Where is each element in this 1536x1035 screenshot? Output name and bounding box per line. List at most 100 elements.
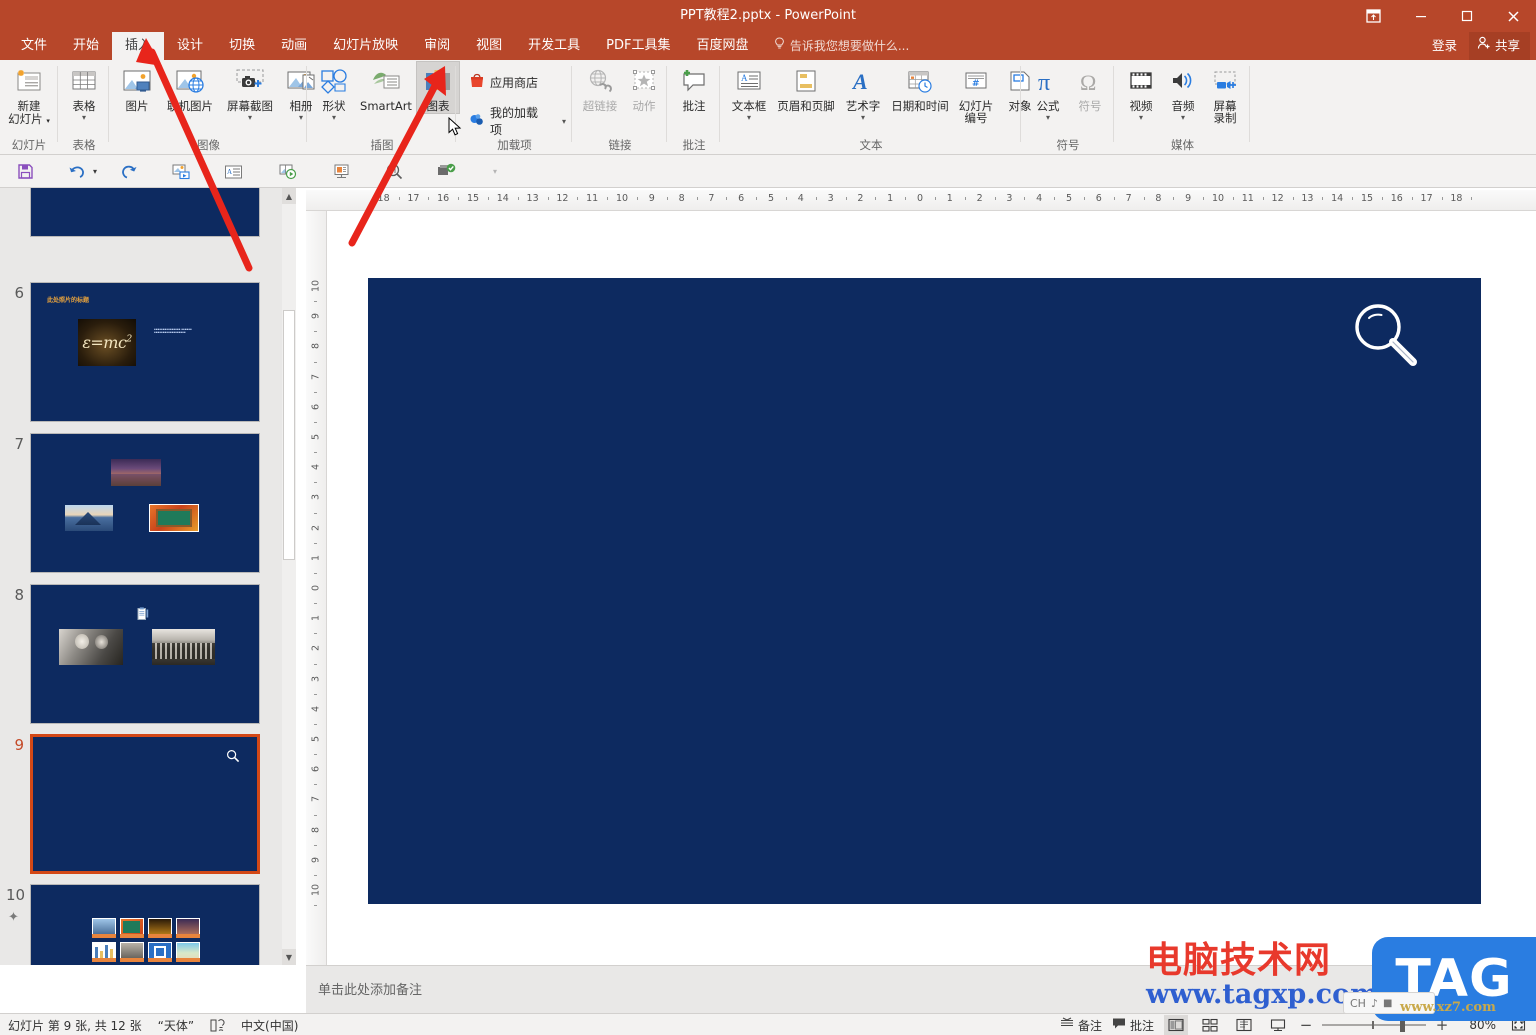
thumbnail-scrollbar-thumb[interactable] — [283, 310, 295, 560]
my-addins-button[interactable]: 我的加载项 ▾ — [463, 101, 572, 141]
vruler-minor-tick-10 — [314, 603, 317, 605]
slide-thumbnail-7[interactable] — [30, 433, 260, 573]
slide-thumbnail-pane[interactable]: 6 此处照片的标题 ε=mc2 ▪▪▪▪▪▪▪▪▪▪▪▪▪▪▪ ▪▪▪▪▪▪ ▪▪… — [0, 188, 296, 965]
shapes-button[interactable]: 形状 ▾ — [313, 62, 355, 122]
present-online-icon[interactable] — [328, 159, 354, 184]
table-dropdown-caret[interactable]: ▾ — [82, 114, 86, 122]
notes-toggle-button[interactable]: 备注 — [1060, 1017, 1102, 1034]
slide-editing-canvas[interactable] — [327, 211, 1536, 965]
sign-in-button[interactable]: 登录 — [1420, 32, 1469, 60]
tab-home[interactable]: 开始 — [60, 32, 112, 60]
slide-thumbnail-6[interactable]: 此处照片的标题 ε=mc2 ▪▪▪▪▪▪▪▪▪▪▪▪▪▪▪ ▪▪▪▪▪▪ ▪▪▪▪… — [30, 282, 260, 422]
tab-file[interactable]: 文件 — [8, 32, 60, 60]
header-footer-button[interactable]: 页眉和页脚 — [772, 62, 840, 113]
tab-design[interactable]: 设计 — [164, 32, 216, 60]
tab-developer[interactable]: 开发工具 — [515, 32, 593, 60]
horizontal-ruler[interactable]: 18 17 16 15 14 13 12 11 10 9 8 7 6 5 4 3 2 1 0 1 2 3 4 5 6 7 8 9 10 1… — [306, 190, 1536, 211]
chart-button[interactable]: 图表 — [416, 61, 460, 114]
ribbon-display-options-icon[interactable] — [1362, 6, 1384, 26]
equation-dropdown-caret[interactable]: ▾ — [1046, 114, 1050, 122]
slideshow-view-icon[interactable] — [1266, 1015, 1290, 1035]
online-picture-button[interactable]: 联机图片 — [159, 62, 221, 113]
hyperlink-button[interactable]: 超链接 — [578, 62, 622, 113]
wordart-button[interactable]: A 艺术字 ▾ — [840, 62, 886, 122]
screen-recording-button[interactable]: 屏幕 录制 — [1204, 62, 1246, 124]
normal-view-icon[interactable] — [1164, 1015, 1188, 1035]
language-indicator[interactable]: 中文(中国) — [241, 1017, 298, 1034]
tab-pdf-tools[interactable]: PDF工具集 — [593, 32, 683, 60]
svg-text:Ω: Ω — [1080, 70, 1096, 95]
text-properties-icon[interactable]: A — [220, 159, 246, 184]
close-button[interactable] — [1490, 0, 1536, 32]
slide-thumbnail-8[interactable] — [30, 584, 260, 724]
smartart-button[interactable]: SmartArt — [355, 62, 417, 113]
table-button[interactable]: 表格 ▾ — [63, 62, 105, 122]
audio-dropdown-caret[interactable]: ▾ — [1181, 114, 1185, 122]
tell-me-search[interactable]: 告诉我您想要做什么... — [772, 32, 909, 60]
slide-count-indicator[interactable]: 幻灯片 第 9 张, 共 12 张 — [8, 1017, 142, 1034]
slide-thumbnail-5[interactable] — [30, 188, 260, 237]
hruler-tick-7: 11 — [586, 193, 599, 204]
slide-number-button[interactable]: # 幻灯片 编号 — [954, 62, 998, 124]
slideshow-play-icon[interactable] — [275, 159, 301, 184]
start-from-beginning-icon[interactable] — [168, 159, 194, 184]
audio-button[interactable]: 音频 ▾ — [1162, 62, 1204, 122]
save-icon[interactable] — [12, 159, 38, 184]
comments-toggle-button[interactable]: 批注 — [1112, 1017, 1154, 1034]
tab-animations[interactable]: 动画 — [268, 32, 320, 60]
new-slide-button[interactable]: 新建 幻灯片 ▾ — [4, 62, 54, 128]
slide-thumbnail-10[interactable] — [30, 884, 260, 965]
screenshot-button[interactable]: 屏幕截图 ▾ — [221, 62, 279, 122]
magnifier-icon[interactable] — [1351, 300, 1423, 375]
customize-qat-caret[interactable]: ▾ — [488, 159, 502, 184]
share-button[interactable]: 共享 — [1468, 32, 1530, 60]
video-button[interactable]: 视频 ▾ — [1120, 62, 1162, 122]
textbox-dropdown-caret[interactable]: ▾ — [747, 114, 751, 122]
wordart-dropdown-caret[interactable]: ▾ — [861, 114, 865, 122]
thumbnail-scrollbar[interactable] — [282, 188, 296, 965]
action-button[interactable]: 动作 — [622, 62, 666, 113]
picture-button[interactable]: 图片 — [115, 62, 159, 113]
vruler-minor-tick-4 — [314, 421, 317, 423]
export-check-icon[interactable] — [433, 159, 459, 184]
undo-dropdown-caret[interactable]: ▾ — [88, 159, 102, 184]
store-label: 应用商店 — [490, 76, 539, 90]
date-time-button[interactable]: 日期和时间 — [886, 62, 954, 113]
textbox-button[interactable]: A 文本框 ▾ — [726, 62, 772, 122]
vertical-ruler[interactable]: 10 9 8 7 6 5 4 3 2 1 0 1 2 3 4 5 6 7 8 9 10 — [306, 211, 327, 965]
equation-button[interactable]: π 公式 ▾ — [1027, 62, 1069, 122]
tab-slideshow[interactable]: 幻灯片放映 — [320, 32, 411, 60]
slide-sorter-icon[interactable] — [1198, 1015, 1222, 1035]
thumbnail-scroll-up-arrow[interactable]: ▲ — [282, 188, 296, 204]
hruler-minor-tick-19 — [964, 197, 966, 200]
tab-baidu-netdisk[interactable]: 百度网盘 — [683, 32, 761, 60]
shapes-dropdown-caret[interactable]: ▾ — [332, 114, 336, 122]
maximize-button[interactable] — [1444, 0, 1490, 32]
accessibility-check-icon[interactable] — [210, 1018, 225, 1032]
store-button[interactable]: 应用商店 — [463, 70, 572, 95]
tab-view[interactable]: 视图 — [463, 32, 515, 60]
symbol-label: 符号 — [1078, 99, 1102, 113]
slide-number-icon: # — [962, 64, 990, 100]
reading-view-icon[interactable] — [1232, 1015, 1256, 1035]
symbol-button[interactable]: Ω 符号 — [1069, 62, 1111, 113]
header-footer-icon — [792, 64, 820, 100]
zoom-out-button[interactable]: − — [1300, 1016, 1313, 1034]
minimize-button[interactable] — [1398, 0, 1444, 32]
tab-review[interactable]: 审阅 — [411, 32, 463, 60]
current-slide[interactable] — [368, 278, 1481, 904]
tab-insert[interactable]: 插入 — [112, 32, 165, 60]
my-addins-dropdown-caret[interactable]: ▾ — [562, 117, 566, 126]
vruler-minor-tick-20 — [314, 905, 317, 907]
screenshot-dropdown-caret[interactable]: ▾ — [248, 114, 252, 122]
thumbnail-scroll-down-arrow[interactable]: ▼ — [282, 949, 296, 965]
theme-indicator[interactable]: “天体” — [158, 1017, 194, 1034]
slide-thumbnail-9[interactable] — [30, 734, 260, 874]
tab-transitions[interactable]: 切换 — [216, 32, 268, 60]
undo-icon[interactable] — [64, 159, 90, 184]
redo-icon[interactable] — [116, 159, 142, 184]
comment-button[interactable]: 批注 — [672, 62, 716, 113]
print-preview-icon[interactable] — [381, 159, 407, 184]
photo-album-dropdown-caret[interactable]: ▾ — [299, 114, 303, 122]
video-dropdown-caret[interactable]: ▾ — [1139, 114, 1143, 122]
